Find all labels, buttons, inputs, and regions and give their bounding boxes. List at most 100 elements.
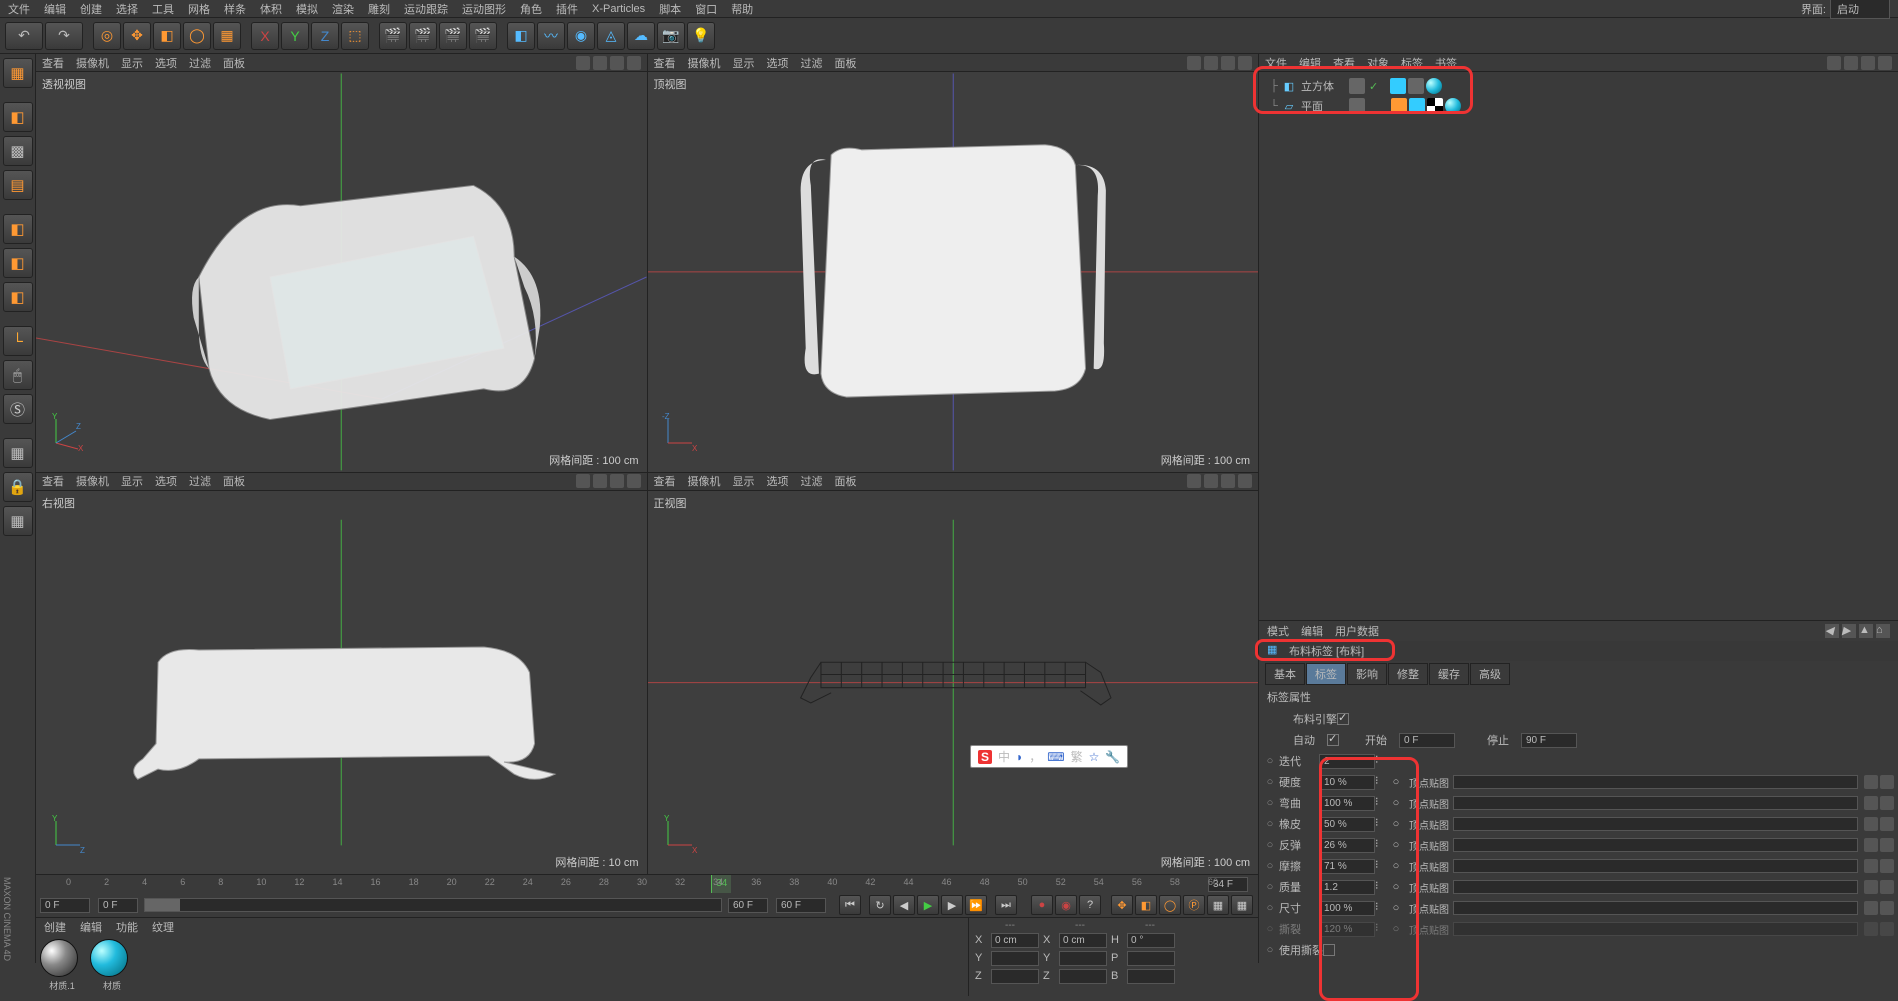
attr-param-field[interactable]: [1319, 880, 1375, 895]
attr-param-field[interactable]: [1319, 838, 1375, 853]
anim-dot-icon[interactable]: ○: [1263, 797, 1277, 809]
spinner-icon[interactable]: ⁝: [1375, 858, 1387, 874]
attr-menu-edit[interactable]: 编辑: [1301, 623, 1323, 639]
tab-dresser[interactable]: 修整: [1388, 663, 1428, 685]
anim-dot-icon[interactable]: ○: [1263, 902, 1277, 914]
key-rot-button[interactable]: ◯: [1159, 895, 1181, 915]
object-name[interactable]: 平面: [1301, 98, 1349, 114]
redo-button[interactable]: ↷: [45, 22, 83, 50]
world-local-toggle[interactable]: ⬚: [341, 22, 369, 50]
attr-param-field[interactable]: [1319, 817, 1375, 832]
ime-lang-indicator[interactable]: 中: [998, 748, 1010, 765]
obj-menu-tags[interactable]: 标签: [1401, 55, 1423, 71]
model-mode-button[interactable]: ◧: [3, 102, 33, 132]
tab-basic[interactable]: 基本: [1265, 663, 1305, 685]
coord-h-rot[interactable]: [1127, 933, 1175, 948]
key-misc-button[interactable]: ▦: [1231, 895, 1253, 915]
menu-simulate[interactable]: 模拟: [296, 1, 318, 17]
vertex-map-buttons[interactable]: [1862, 922, 1894, 936]
visible-toggle-icon[interactable]: ✓: [1369, 80, 1378, 93]
vertex-map-drop-field[interactable]: [1453, 838, 1858, 852]
layer-dot-icon[interactable]: [1349, 78, 1365, 94]
timeline-ruler[interactable]: 34 0246810121416182022242628303234363840…: [36, 875, 1258, 893]
key-pos-button[interactable]: ✥: [1111, 895, 1133, 915]
anim-dot-icon[interactable]: ○: [1263, 881, 1277, 893]
ime-wrench-icon[interactable]: 🔧: [1105, 750, 1120, 764]
goto-start-button[interactable]: ⏮: [839, 895, 861, 915]
cloth-engine-checkbox[interactable]: [1337, 713, 1349, 725]
attr-param-field[interactable]: [1319, 796, 1375, 811]
texture-tag-icon[interactable]: [1445, 98, 1461, 114]
spinner-icon[interactable]: ⁝: [1375, 795, 1387, 811]
attr-param-field[interactable]: [1319, 901, 1375, 916]
texture-tag-icon[interactable]: [1426, 78, 1442, 94]
ime-moon-icon[interactable]: ◗: [1016, 750, 1023, 764]
add-environment-button[interactable]: ☁: [627, 22, 655, 50]
viewport-solo-button[interactable]: ▦: [3, 438, 33, 468]
menu-volume[interactable]: 体积: [260, 1, 282, 17]
vertex-map-buttons[interactable]: [1862, 775, 1894, 789]
keyframe-sel-button[interactable]: ?: [1079, 895, 1101, 915]
prev-frame-button[interactable]: ◀: [893, 895, 915, 915]
object-row-plane[interactable]: └ ▱ 平面: [1267, 96, 1890, 116]
layer-dot-icon[interactable]: [1349, 98, 1365, 114]
object-name[interactable]: 立方体: [1301, 78, 1349, 94]
menu-window[interactable]: 窗口: [695, 1, 717, 17]
coord-x-size[interactable]: [1059, 933, 1107, 948]
vertex-map-buttons[interactable]: [1862, 796, 1894, 810]
spinner-icon[interactable]: ⁝: [1375, 879, 1387, 895]
menu-xparticles[interactable]: X-Particles: [592, 3, 645, 15]
workplane-mode-button[interactable]: ▤: [3, 170, 33, 200]
obj-menu-edit[interactable]: 编辑: [1299, 55, 1321, 71]
vp-menu-view[interactable]: 查看: [42, 55, 64, 71]
preview-start-field[interactable]: [98, 898, 138, 913]
texture-mode-button[interactable]: ▩: [3, 136, 33, 166]
vp-menu-options[interactable]: 选项: [155, 55, 177, 71]
anim-dot-icon[interactable]: ○: [1263, 818, 1277, 830]
axis-y-lock[interactable]: Y: [281, 22, 309, 50]
obj-menu-file[interactable]: 文件: [1265, 55, 1287, 71]
collider-tag-icon[interactable]: [1391, 98, 1407, 114]
add-cube-button[interactable]: ◧: [507, 22, 535, 50]
spinner-icon[interactable]: ⁝: [1375, 753, 1387, 769]
menu-spline[interactable]: 样条: [224, 1, 246, 17]
ime-person-icon[interactable]: ☆: [1089, 750, 1100, 764]
vertex-map-drop-field[interactable]: [1453, 796, 1858, 810]
object-row-cube[interactable]: ├ ◧ 立方体 ✓: [1267, 76, 1890, 96]
make-editable-button[interactable]: ▦: [3, 58, 33, 88]
material-item-1[interactable]: 材质.1: [40, 939, 84, 992]
add-deformer-button[interactable]: ◬: [597, 22, 625, 50]
obj-menu-bookmarks[interactable]: 书签: [1435, 55, 1457, 71]
viewport-top[interactable]: 查看 摄像机 显示 选项 过滤 面板 顶视图: [648, 54, 1259, 472]
menu-create[interactable]: 创建: [80, 1, 102, 17]
attr-param-field[interactable]: [1319, 754, 1375, 769]
render-settings-button[interactable]: 🎬: [469, 22, 497, 50]
spinner-icon[interactable]: ⁝: [1375, 921, 1387, 937]
vp-menu-panel[interactable]: 面板: [223, 55, 245, 71]
coord-y-pos[interactable]: [991, 951, 1039, 966]
attr-menu-userdata[interactable]: 用户数据: [1335, 623, 1379, 639]
edges-mode-button[interactable]: ◧: [3, 248, 33, 278]
attr-nav-buttons[interactable]: ◀▶▲⌂: [1822, 624, 1890, 638]
snap-settings-button[interactable]: Ⓢ: [3, 394, 33, 424]
menu-mesh[interactable]: 网格: [188, 1, 210, 17]
axis-z-lock[interactable]: Z: [311, 22, 339, 50]
vertex-map-drop-field[interactable]: [1453, 859, 1858, 873]
menu-character[interactable]: 角色: [520, 1, 542, 17]
spinner-icon[interactable]: ⁝: [1375, 900, 1387, 916]
ime-trad-icon[interactable]: 繁: [1071, 748, 1083, 765]
add-light-button[interactable]: 💡: [687, 22, 715, 50]
axis-x-lock[interactable]: X: [251, 22, 279, 50]
auto-checkbox[interactable]: [1327, 734, 1339, 746]
tree-toggle-icon[interactable]: ├: [1267, 80, 1281, 92]
anim-dot-icon[interactable]: ○: [1263, 776, 1277, 788]
menu-select[interactable]: 选择: [116, 1, 138, 17]
vertex-map-buttons[interactable]: [1862, 817, 1894, 831]
tab-cache[interactable]: 缓存: [1429, 663, 1469, 685]
anim-dot-icon[interactable]: ○: [1263, 755, 1277, 767]
menu-render[interactable]: 渲染: [332, 1, 354, 17]
add-spline-button[interactable]: 〰: [537, 22, 565, 50]
key-pla-button[interactable]: ▦: [1207, 895, 1229, 915]
vertex-map-buttons[interactable]: [1862, 901, 1894, 915]
render-to-pv-button[interactable]: 🎬: [439, 22, 467, 50]
